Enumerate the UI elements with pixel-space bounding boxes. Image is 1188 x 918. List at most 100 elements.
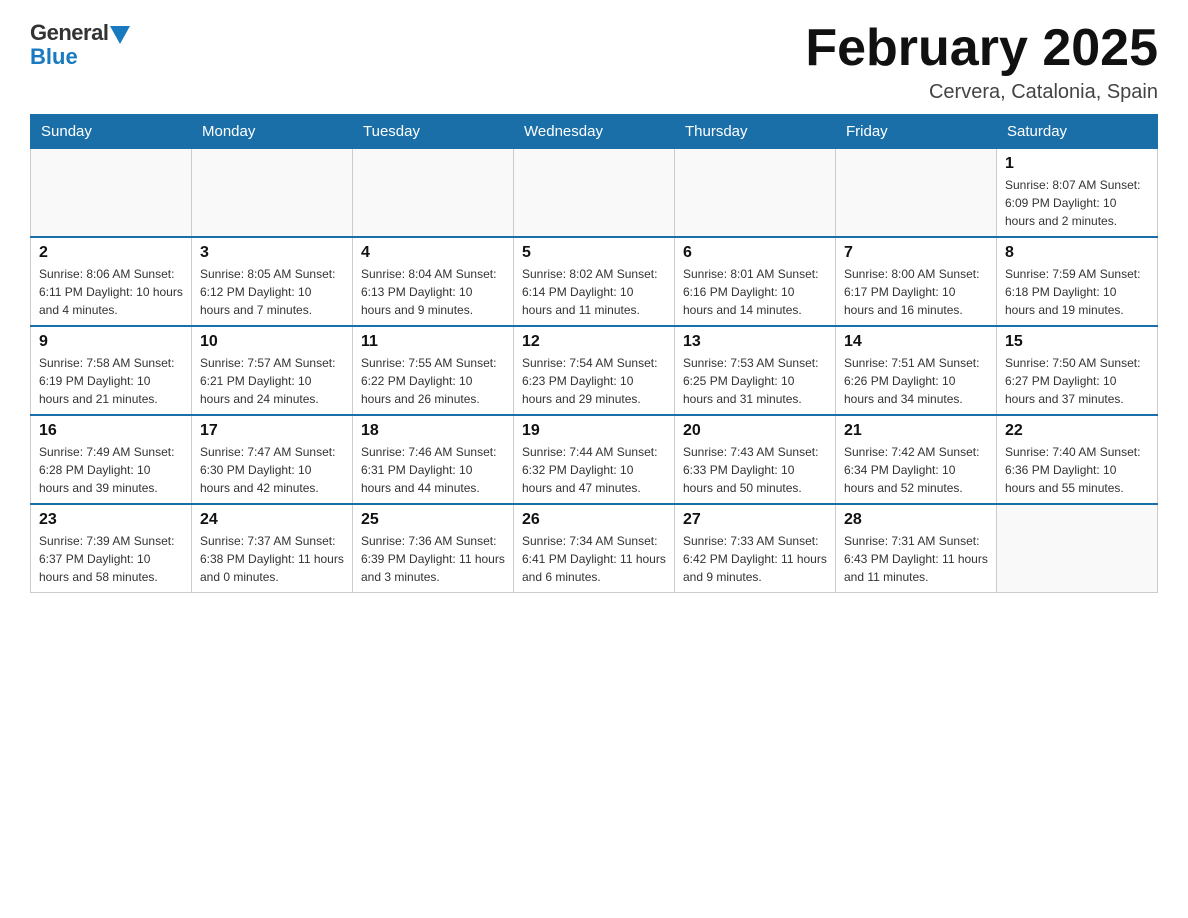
logo-arrow-icon [110, 26, 130, 44]
table-row: 3 Sunrise: 8:05 AM Sunset: 6:12 PM Daylig… [192, 237, 353, 326]
day-number: 14 [844, 333, 988, 351]
day-number: 8 [1005, 244, 1149, 262]
day-info: Sunrise: 7:57 AM Sunset: 6:21 PM Dayligh… [200, 354, 344, 408]
table-row: 1 Sunrise: 8:07 AM Sunset: 6:09 PM Daylig… [997, 149, 1158, 238]
day-number: 17 [200, 422, 344, 440]
day-info: Sunrise: 7:43 AM Sunset: 6:33 PM Dayligh… [683, 443, 827, 497]
day-info: Sunrise: 7:34 AM Sunset: 6:41 PM Dayligh… [522, 532, 666, 586]
table-row: 16 Sunrise: 7:49 AM Sunset: 6:28 PM Dayli… [31, 415, 192, 504]
header-monday: Monday [192, 115, 353, 149]
table-row: 8 Sunrise: 7:59 AM Sunset: 6:18 PM Daylig… [997, 237, 1158, 326]
day-info: Sunrise: 7:40 AM Sunset: 6:36 PM Dayligh… [1005, 443, 1149, 497]
calendar-table: Sunday Monday Tuesday Wednesday Thursday… [30, 114, 1158, 593]
day-number: 23 [39, 511, 183, 529]
title-block: February 2025 Cervera, Catalonia, Spain [805, 20, 1158, 104]
header-wednesday: Wednesday [514, 115, 675, 149]
day-info: Sunrise: 7:51 AM Sunset: 6:26 PM Dayligh… [844, 354, 988, 408]
location: Cervera, Catalonia, Spain [805, 81, 1158, 104]
table-row: 9Sunrise: 7:58 AM Sunset: 6:19 PM Daylig… [31, 326, 192, 415]
table-row: 28 Sunrise: 7:31 AM Sunset: 6:43 PM Dayli… [836, 504, 997, 593]
day-info: Sunrise: 7:44 AM Sunset: 6:32 PM Dayligh… [522, 443, 666, 497]
day-number: 18 [361, 422, 505, 440]
day-info: Sunrise: 7:36 AM Sunset: 6:39 PM Dayligh… [361, 532, 505, 586]
day-number: 3 [200, 244, 344, 262]
day-number: 7 [844, 244, 988, 262]
table-row: 20Sunrise: 7:43 AM Sunset: 6:33 PM Dayli… [675, 415, 836, 504]
table-row: 2 Sunrise: 8:06 AM Sunset: 6:11 PM Daylig… [31, 237, 192, 326]
day-info: Sunrise: 7:54 AM Sunset: 6:23 PM Dayligh… [522, 354, 666, 408]
day-number: 2 [39, 244, 183, 262]
table-row [353, 149, 514, 238]
day-info: Sunrise: 7:42 AM Sunset: 6:34 PM Dayligh… [844, 443, 988, 497]
table-row: 25 Sunrise: 7:36 AM Sunset: 6:39 PM Dayli… [353, 504, 514, 593]
day-info: Sunrise: 8:02 AM Sunset: 6:14 PM Dayligh… [522, 265, 666, 319]
week-row-1: 1 Sunrise: 8:07 AM Sunset: 6:09 PM Daylig… [31, 149, 1158, 238]
day-info: Sunrise: 8:01 AM Sunset: 6:16 PM Dayligh… [683, 265, 827, 319]
day-info: Sunrise: 7:33 AM Sunset: 6:42 PM Dayligh… [683, 532, 827, 586]
month-title: February 2025 [805, 20, 1158, 77]
table-row [997, 504, 1158, 593]
day-info: Sunrise: 7:58 AM Sunset: 6:19 PM Dayligh… [39, 354, 183, 408]
table-row: 27 Sunrise: 7:33 AM Sunset: 6:42 PM Dayli… [675, 504, 836, 593]
table-row [514, 149, 675, 238]
table-row [192, 149, 353, 238]
page-header: General Blue February 2025 Cervera, Cata… [30, 20, 1158, 104]
day-info: Sunrise: 7:37 AM Sunset: 6:38 PM Dayligh… [200, 532, 344, 586]
weekday-header-row: Sunday Monday Tuesday Wednesday Thursday… [31, 115, 1158, 149]
table-row: 6 Sunrise: 8:01 AM Sunset: 6:16 PM Daylig… [675, 237, 836, 326]
day-number: 11 [361, 333, 505, 351]
day-info: Sunrise: 8:04 AM Sunset: 6:13 PM Dayligh… [361, 265, 505, 319]
week-row-2: 2 Sunrise: 8:06 AM Sunset: 6:11 PM Daylig… [31, 237, 1158, 326]
table-row: 26 Sunrise: 7:34 AM Sunset: 6:41 PM Dayli… [514, 504, 675, 593]
table-row: 17 Sunrise: 7:47 AM Sunset: 6:30 PM Dayli… [192, 415, 353, 504]
day-info: Sunrise: 7:49 AM Sunset: 6:28 PM Dayligh… [39, 443, 183, 497]
day-info: Sunrise: 8:00 AM Sunset: 6:17 PM Dayligh… [844, 265, 988, 319]
day-number: 5 [522, 244, 666, 262]
table-row [836, 149, 997, 238]
table-row: 4Sunrise: 8:04 AM Sunset: 6:13 PM Daylig… [353, 237, 514, 326]
logo: General Blue [30, 20, 130, 70]
day-info: Sunrise: 7:55 AM Sunset: 6:22 PM Dayligh… [361, 354, 505, 408]
header-sunday: Sunday [31, 115, 192, 149]
header-thursday: Thursday [675, 115, 836, 149]
day-info: Sunrise: 7:46 AM Sunset: 6:31 PM Dayligh… [361, 443, 505, 497]
day-info: Sunrise: 8:06 AM Sunset: 6:11 PM Dayligh… [39, 265, 183, 319]
day-number: 1 [1005, 155, 1149, 173]
day-info: Sunrise: 7:31 AM Sunset: 6:43 PM Dayligh… [844, 532, 988, 586]
table-row: 10 Sunrise: 7:57 AM Sunset: 6:21 PM Dayli… [192, 326, 353, 415]
day-number: 6 [683, 244, 827, 262]
day-number: 19 [522, 422, 666, 440]
day-number: 10 [200, 333, 344, 351]
logo-general-text: General [30, 20, 108, 46]
week-row-5: 23 Sunrise: 7:39 AM Sunset: 6:37 PM Dayli… [31, 504, 1158, 593]
table-row: 21Sunrise: 7:42 AM Sunset: 6:34 PM Dayli… [836, 415, 997, 504]
table-row: 23 Sunrise: 7:39 AM Sunset: 6:37 PM Dayli… [31, 504, 192, 593]
week-row-4: 16 Sunrise: 7:49 AM Sunset: 6:28 PM Dayli… [31, 415, 1158, 504]
day-info: Sunrise: 7:53 AM Sunset: 6:25 PM Dayligh… [683, 354, 827, 408]
week-row-3: 9Sunrise: 7:58 AM Sunset: 6:19 PM Daylig… [31, 326, 1158, 415]
header-saturday: Saturday [997, 115, 1158, 149]
table-row [675, 149, 836, 238]
day-number: 26 [522, 511, 666, 529]
day-info: Sunrise: 7:50 AM Sunset: 6:27 PM Dayligh… [1005, 354, 1149, 408]
day-number: 22 [1005, 422, 1149, 440]
table-row: 22 Sunrise: 7:40 AM Sunset: 6:36 PM Dayli… [997, 415, 1158, 504]
day-info: Sunrise: 8:07 AM Sunset: 6:09 PM Dayligh… [1005, 176, 1149, 230]
day-info: Sunrise: 8:05 AM Sunset: 6:12 PM Dayligh… [200, 265, 344, 319]
day-number: 13 [683, 333, 827, 351]
day-number: 24 [200, 511, 344, 529]
header-tuesday: Tuesday [353, 115, 514, 149]
table-row: 13 Sunrise: 7:53 AM Sunset: 6:25 PM Dayli… [675, 326, 836, 415]
day-info: Sunrise: 7:47 AM Sunset: 6:30 PM Dayligh… [200, 443, 344, 497]
day-number: 28 [844, 511, 988, 529]
table-row: 19 Sunrise: 7:44 AM Sunset: 6:32 PM Dayli… [514, 415, 675, 504]
day-info: Sunrise: 7:59 AM Sunset: 6:18 PM Dayligh… [1005, 265, 1149, 319]
day-number: 25 [361, 511, 505, 529]
header-friday: Friday [836, 115, 997, 149]
day-info: Sunrise: 7:39 AM Sunset: 6:37 PM Dayligh… [39, 532, 183, 586]
table-row: 7 Sunrise: 8:00 AM Sunset: 6:17 PM Daylig… [836, 237, 997, 326]
day-number: 27 [683, 511, 827, 529]
table-row: 14 Sunrise: 7:51 AM Sunset: 6:26 PM Dayli… [836, 326, 997, 415]
logo-blue-text: Blue [30, 44, 78, 70]
day-number: 16 [39, 422, 183, 440]
